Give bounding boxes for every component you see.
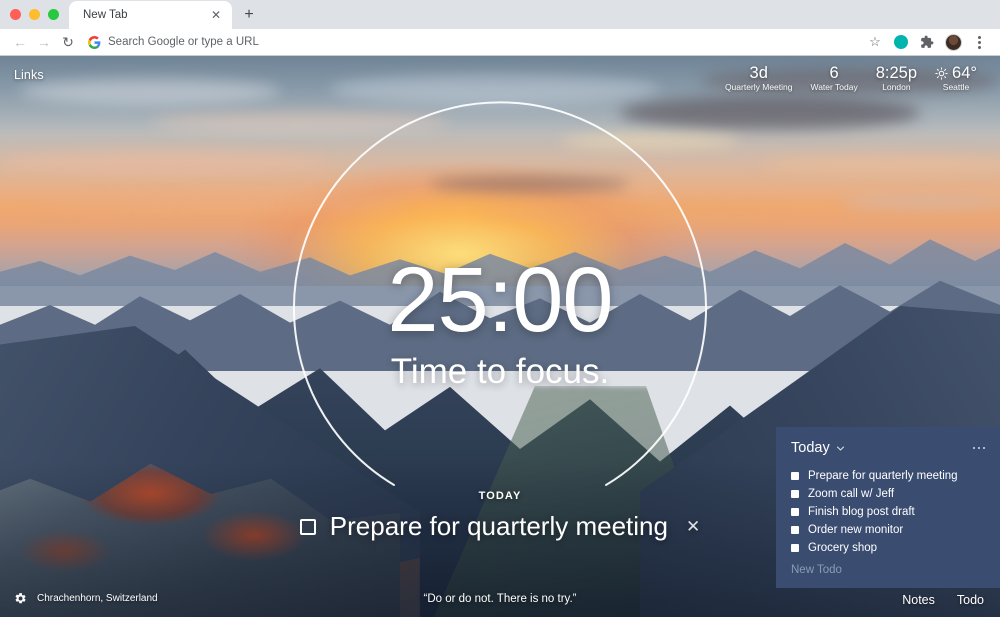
checkbox-icon[interactable] xyxy=(791,544,799,552)
omnibox-placeholder: Search Google or type a URL xyxy=(108,36,259,48)
countdown-widget[interactable]: 3d Quarterly Meeting xyxy=(716,64,802,93)
address-bar[interactable]: Search Google or type a URL xyxy=(88,32,858,52)
quote-text: “Do or do not. There is no try.” xyxy=(423,593,577,605)
checkbox-icon[interactable] xyxy=(791,472,799,480)
plus-icon[interactable]: + xyxy=(236,2,262,28)
kebab-menu-icon[interactable] xyxy=(968,31,990,53)
google-g-icon xyxy=(88,35,101,49)
weather-widget[interactable]: 64° Seattle xyxy=(926,64,986,93)
tab-strip: New Tab ✕ + xyxy=(0,0,1000,29)
chevron-down-icon[interactable] xyxy=(836,444,845,453)
star-icon[interactable]: ☆ xyxy=(864,31,886,53)
avatar-icon[interactable] xyxy=(942,31,964,53)
todo-list-title[interactable]: Today xyxy=(791,440,830,456)
weather-temperature: 64° xyxy=(952,64,977,82)
water-widget[interactable]: 6 Water Today xyxy=(802,64,867,93)
close-icon[interactable]: ✕ xyxy=(208,7,224,23)
focus-timer[interactable]: 25:00 Time to focus. xyxy=(0,252,1000,392)
browser-tab[interactable]: New Tab ✕ xyxy=(69,1,232,29)
browser-window: New Tab ✕ + ← → ↻ Search Google or type … xyxy=(0,0,1000,617)
window-controls xyxy=(0,9,69,29)
todo-item-label: Finish blog post draft xyxy=(808,506,915,518)
todo-item-label: Grocery shop xyxy=(808,542,878,554)
todo-button[interactable]: Todo xyxy=(957,593,984,607)
todo-panel-header: Today xyxy=(791,440,985,456)
world-clock-label: London xyxy=(882,82,911,92)
tab-title: New Tab xyxy=(83,9,128,21)
checkbox-icon[interactable] xyxy=(791,526,799,534)
widget-row: 3d Quarterly Meeting 6 Water Today 8:25p… xyxy=(716,64,986,93)
page-overlay: Links 3d Quarterly Meeting 6 Water Today… xyxy=(0,56,1000,617)
notes-button[interactable]: Notes xyxy=(902,593,935,607)
more-options-icon[interactable] xyxy=(972,446,985,450)
world-clock-value: 8:25p xyxy=(875,64,918,82)
timer-caption: Time to focus. xyxy=(390,352,610,391)
todo-list-item[interactable]: Order new monitor xyxy=(791,521,985,539)
toolbar-icons: ☆ xyxy=(864,31,992,53)
close-window-button[interactable] xyxy=(10,9,21,20)
arrow-left-icon[interactable]: ← xyxy=(8,31,32,53)
todo-item-label: Prepare for quarterly meeting xyxy=(808,470,958,482)
minimize-window-button[interactable] xyxy=(29,9,40,20)
todo-item-label: Order new monitor xyxy=(808,524,904,536)
browser-toolbar: ← → ↻ Search Google or type a URL ☆ xyxy=(0,29,1000,56)
todo-list-item[interactable]: Zoom call w/ Jeff xyxy=(791,485,985,503)
water-value: 6 xyxy=(829,64,839,82)
checkbox-empty-icon[interactable] xyxy=(299,518,316,535)
footer-right: Notes Todo xyxy=(902,593,984,607)
puzzle-piece-icon[interactable] xyxy=(916,31,938,53)
new-tab-page: Links 3d Quarterly Meeting 6 Water Today… xyxy=(0,56,1000,617)
browser-chrome: New Tab ✕ + ← → ↻ Search Google or type … xyxy=(0,0,1000,56)
weather-location: Seattle xyxy=(942,82,970,92)
maximize-window-button[interactable] xyxy=(48,9,59,20)
todo-list-item[interactable]: Grocery shop xyxy=(791,539,985,557)
checkbox-icon[interactable] xyxy=(791,490,799,498)
todo-list-item[interactable]: Prepare for quarterly meeting xyxy=(791,467,985,485)
links-menu-button[interactable]: Links xyxy=(14,68,44,82)
countdown-value: 3d xyxy=(749,64,768,82)
todo-panel: Today Prepare for quarterly meeting Zoom… xyxy=(776,427,1000,588)
water-label: Water Today xyxy=(810,82,858,92)
countdown-label: Quarterly Meeting xyxy=(724,82,793,92)
timer-digits: 25:00 xyxy=(387,249,613,351)
focus-task[interactable]: Prepare for quarterly meeting ✕ xyxy=(299,511,700,542)
sun-icon xyxy=(935,66,948,80)
close-icon[interactable]: ✕ xyxy=(686,517,700,537)
new-todo-input[interactable]: New Todo xyxy=(791,564,985,576)
reload-icon[interactable]: ↻ xyxy=(56,31,80,53)
world-clock-widget[interactable]: 8:25p London xyxy=(867,64,926,93)
extension-dot-icon[interactable] xyxy=(890,31,912,53)
todo-item-label: Zoom call w/ Jeff xyxy=(808,488,895,500)
todo-list-item[interactable]: Finish blog post draft xyxy=(791,503,985,521)
arrow-right-icon[interactable]: → xyxy=(32,31,56,53)
focus-task-text: Prepare for quarterly meeting xyxy=(329,511,668,541)
checkbox-icon[interactable] xyxy=(791,508,799,516)
